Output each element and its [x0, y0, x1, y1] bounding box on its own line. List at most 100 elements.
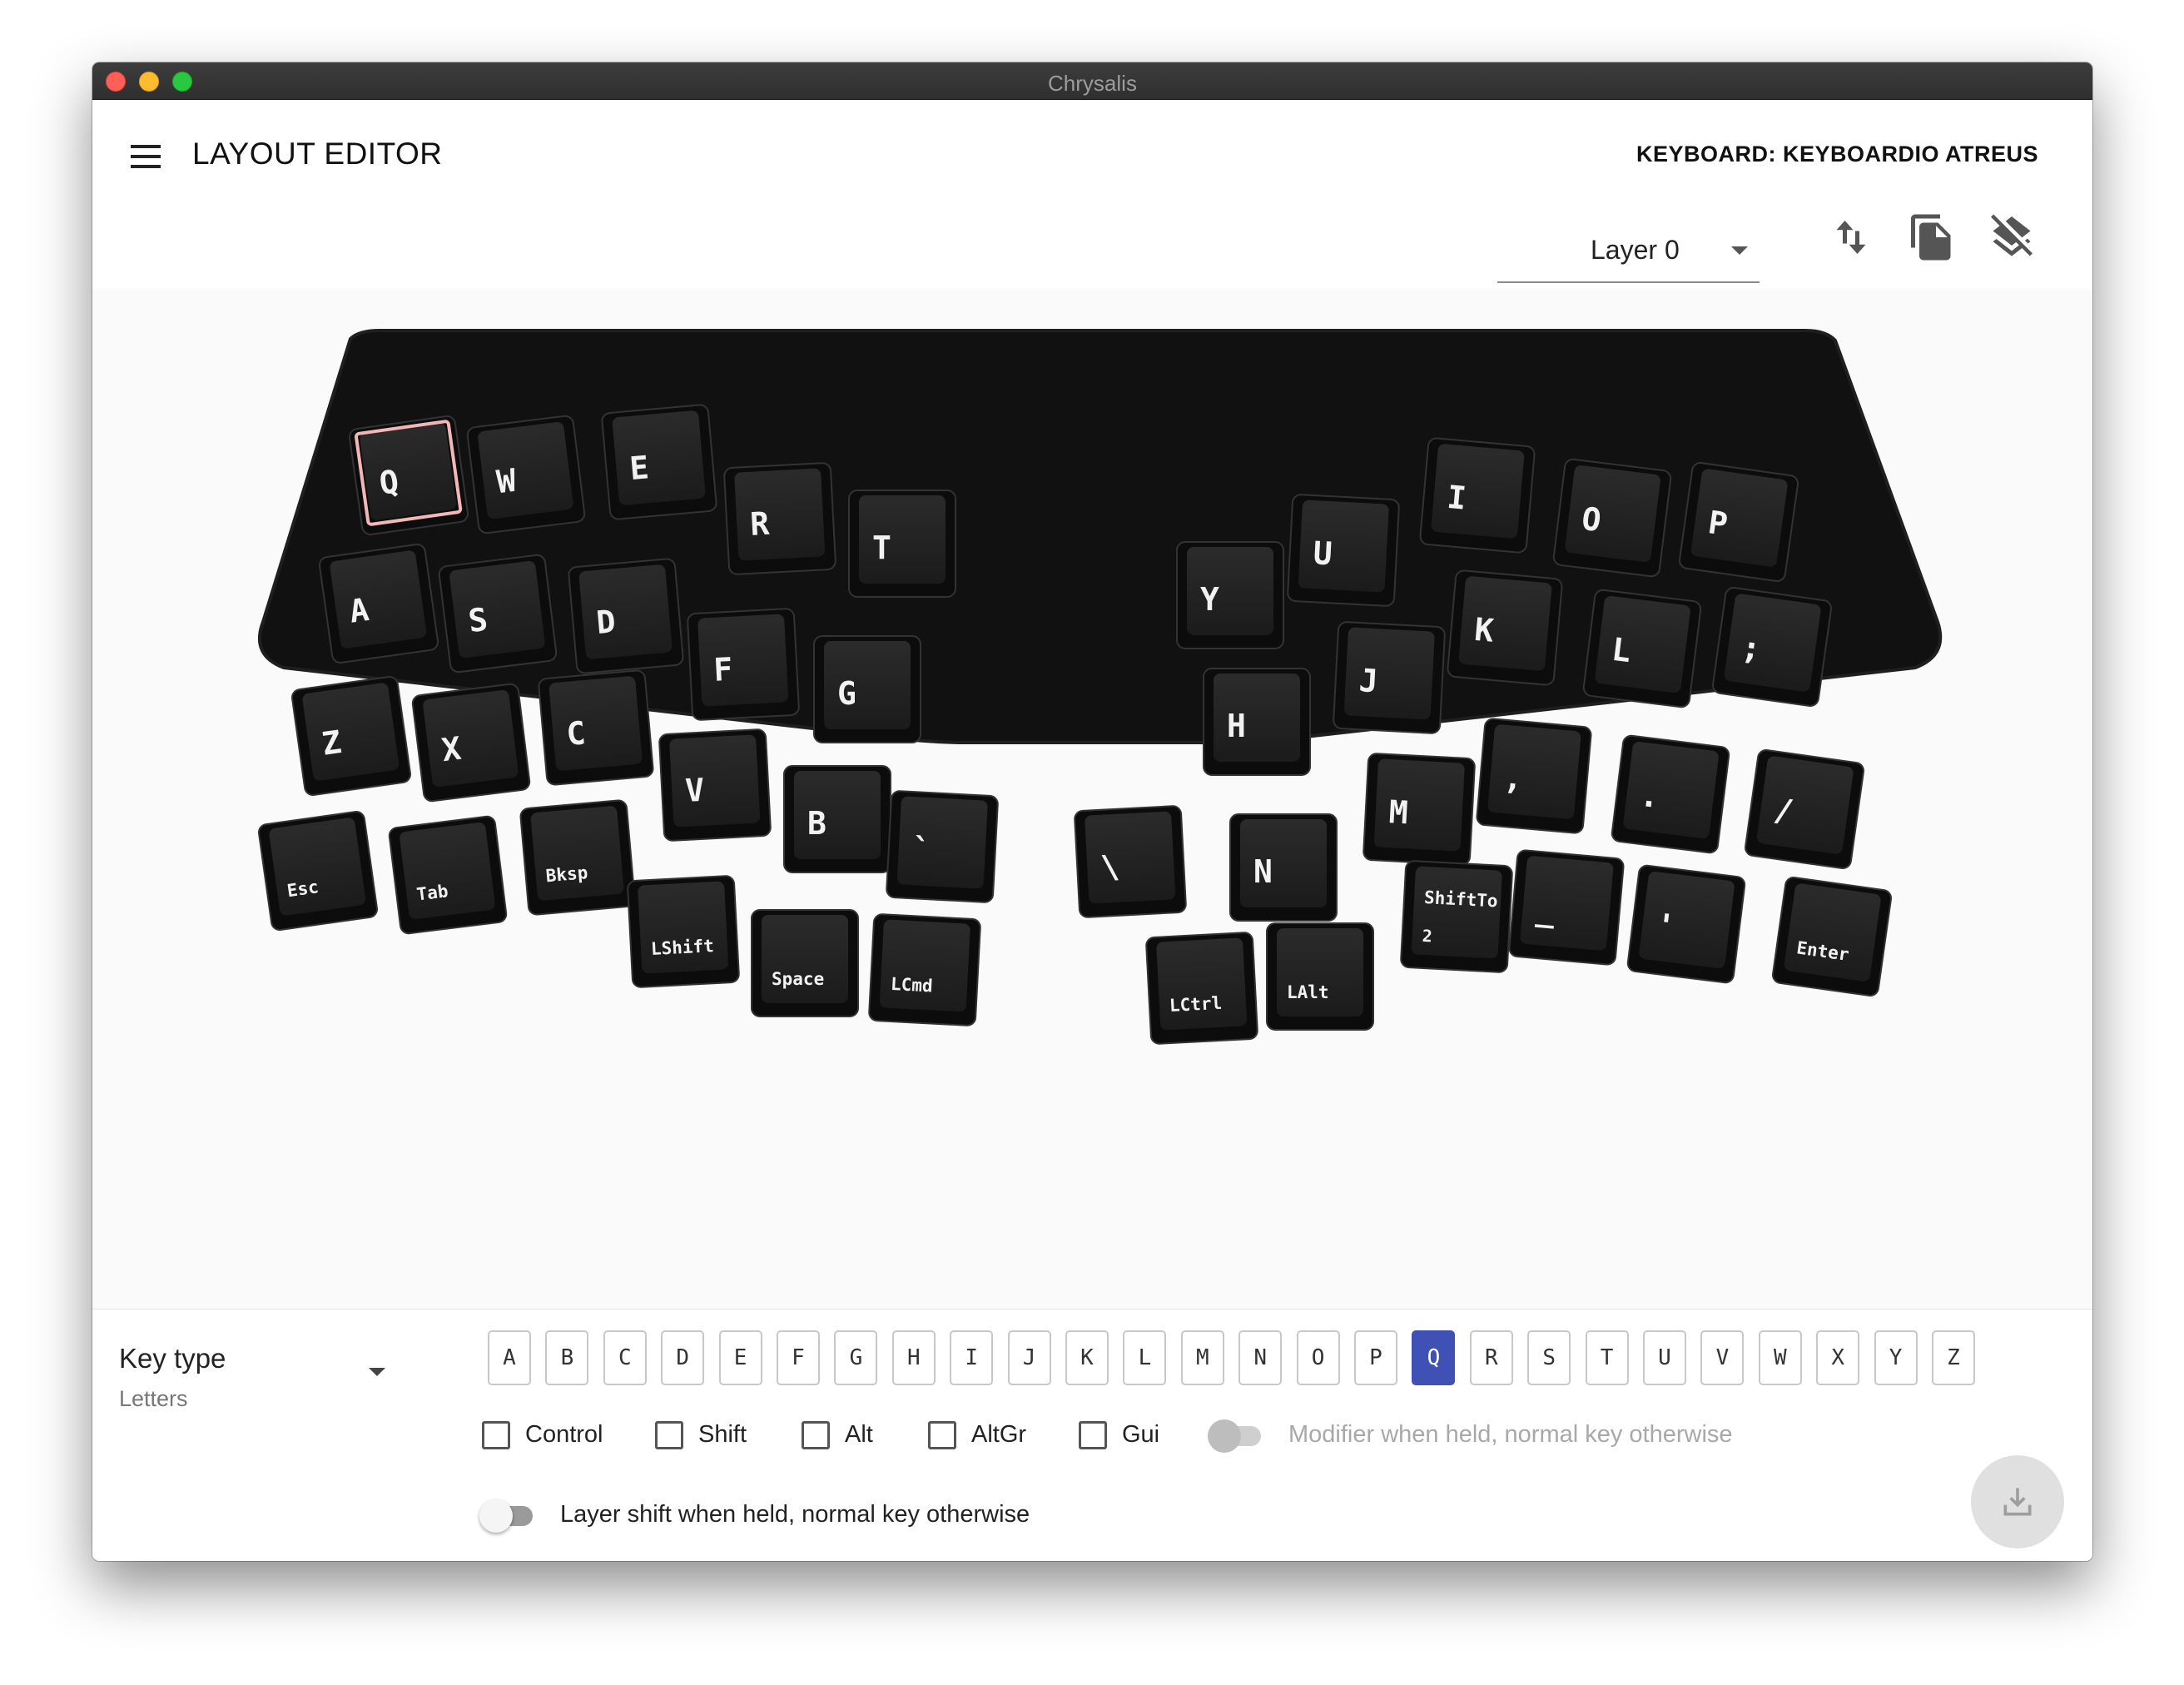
key-sym36[interactable]: . — [1611, 734, 1730, 854]
letter-button-b[interactable]: B — [545, 1330, 589, 1385]
menu-icon[interactable] — [129, 140, 162, 173]
key-label: \ — [1099, 848, 1120, 886]
key-label: U — [1313, 534, 1333, 572]
letter-button-j[interactable]: J — [1007, 1330, 1051, 1385]
key-t[interactable]: T — [848, 490, 956, 598]
key-z[interactable]: Z — [291, 676, 412, 797]
key-lcmd[interactable]: LCmd — [868, 913, 981, 1026]
layer-select[interactable]: Layer 0 — [1497, 225, 1760, 283]
letter-button-m[interactable]: M — [1180, 1330, 1224, 1385]
key-a[interactable]: A — [319, 544, 439, 664]
key-sym15[interactable]: ` — [886, 790, 999, 903]
letter-button-r[interactable]: R — [1469, 1330, 1513, 1385]
key-sym31[interactable]: ; — [1712, 587, 1833, 708]
letter-button-z[interactable]: Z — [1932, 1330, 1975, 1385]
key-sym35[interactable]: , — [1476, 718, 1592, 834]
key-g[interactable]: G — [813, 635, 921, 743]
key-p[interactable]: P — [1679, 462, 1799, 583]
letter-button-q[interactable]: Q — [1412, 1330, 1456, 1385]
key-lctrl[interactable]: LCtrl — [1145, 932, 1258, 1045]
key-lshift[interactable]: LShift — [627, 875, 740, 988]
letter-button-i[interactable]: I — [950, 1330, 994, 1385]
save-changes-button[interactable] — [1971, 1455, 2064, 1548]
checkbox-icon — [1079, 1421, 1107, 1449]
key-sym37[interactable]: / — [1745, 749, 1865, 870]
key-bksp[interactable]: Bksp — [519, 799, 636, 916]
letter-button-h[interactable]: H — [891, 1330, 936, 1385]
chevron-down-icon — [369, 1368, 385, 1376]
swap-icon — [1836, 221, 1866, 254]
key-label: Y — [1200, 581, 1219, 618]
layer-select-value: Layer 0 — [1591, 235, 1680, 265]
key-i[interactable]: I — [1419, 437, 1536, 554]
key-enter[interactable]: Enter — [1772, 877, 1893, 997]
key-b[interactable]: B — [783, 765, 891, 873]
key-f[interactable]: F — [687, 608, 800, 721]
letter-button-k[interactable]: K — [1065, 1330, 1109, 1385]
dual-use-modifier-label: Modifier when held, normal key otherwise — [1288, 1421, 1733, 1448]
checkbox-icon — [482, 1421, 510, 1449]
clear-layer-button[interactable] — [1987, 212, 2037, 262]
window-title: Chrysalis — [1048, 71, 1137, 96]
letter-button-n[interactable]: N — [1238, 1330, 1283, 1385]
key-shiftto[interactable]: ShiftTo 2 — [1400, 860, 1513, 973]
key-sym42[interactable]: ' — [1626, 864, 1746, 984]
letter-button-u[interactable]: U — [1643, 1330, 1686, 1385]
letter-button-e[interactable]: E — [718, 1330, 762, 1385]
dual-use-modifier-toggle[interactable] — [1208, 1416, 1266, 1456]
letter-button-f[interactable]: F — [777, 1330, 820, 1385]
alt-label: Alt — [845, 1421, 873, 1448]
key-e[interactable]: E — [601, 404, 717, 520]
key-j[interactable]: J — [1333, 621, 1446, 734]
swap-layers-button[interactable] — [1826, 212, 1876, 262]
letter-button-d[interactable]: D — [661, 1330, 705, 1385]
key-type-label: Key type — [119, 1343, 226, 1374]
key-tab[interactable]: Tab — [388, 815, 508, 935]
key-editor-panel: Key type Letters ABCDEFGHIJKLMNOPQRSTUVW… — [92, 1309, 2092, 1561]
key-sym32[interactable]: \ — [1074, 805, 1187, 918]
key-v[interactable]: V — [658, 728, 772, 842]
key-label: LCtrl — [1169, 993, 1222, 1016]
letter-button-w[interactable]: W — [1758, 1330, 1802, 1385]
key-type-select[interactable]: Key type Letters — [119, 1343, 410, 1443]
letter-button-s[interactable]: S — [1527, 1330, 1571, 1385]
key-x[interactable]: X — [411, 683, 531, 803]
title-bar: Chrysalis — [92, 62, 2092, 100]
copy-layer-button[interactable] — [1907, 212, 1957, 262]
key-lalt[interactable]: LAlt — [1266, 922, 1374, 1031]
key-label: I — [1446, 479, 1468, 517]
key-label: Tab — [415, 881, 449, 904]
dual-use-layer-toggle[interactable] — [479, 1496, 538, 1536]
letter-button-g[interactable]: G — [834, 1330, 878, 1385]
key-m[interactable]: M — [1363, 753, 1476, 866]
key-label: LShift — [650, 936, 714, 959]
key-l[interactable]: L — [1582, 589, 1702, 708]
key-n[interactable]: N — [1229, 813, 1338, 922]
key-q[interactable]: Q — [349, 415, 469, 536]
letter-button-t[interactable]: T — [1585, 1330, 1629, 1385]
dual-use-layer-label: Layer shift when held, normal key otherw… — [560, 1501, 1030, 1528]
letter-button-l[interactable]: L — [1123, 1330, 1167, 1385]
key-r[interactable]: R — [723, 462, 836, 575]
letter-button-x[interactable]: X — [1816, 1330, 1860, 1385]
letter-button-c[interactable]: C — [603, 1330, 647, 1385]
key-o[interactable]: O — [1552, 458, 1672, 578]
key-d[interactable]: D — [568, 558, 684, 674]
letter-button-y[interactable]: Y — [1874, 1330, 1918, 1385]
key-u[interactable]: U — [1287, 494, 1400, 607]
key-esc[interactable]: Esc — [258, 811, 379, 932]
key-k[interactable]: K — [1447, 569, 1563, 686]
key-y[interactable]: Y — [1176, 541, 1284, 649]
key-label: M — [1388, 793, 1409, 831]
key-sym41[interactable]: _ — [1508, 849, 1625, 966]
key-h[interactable]: H — [1203, 668, 1311, 776]
key-c[interactable]: C — [538, 669, 654, 786]
key-w[interactable]: W — [466, 415, 586, 534]
letter-button-p[interactable]: P — [1354, 1330, 1397, 1385]
key-space[interactable]: Space — [751, 909, 859, 1017]
letter-button-v[interactable]: V — [1700, 1330, 1745, 1385]
letter-button-o[interactable]: O — [1296, 1330, 1340, 1385]
key-s[interactable]: S — [438, 554, 558, 674]
key-label: K — [1473, 611, 1496, 649]
letter-button-a[interactable]: A — [488, 1330, 531, 1385]
